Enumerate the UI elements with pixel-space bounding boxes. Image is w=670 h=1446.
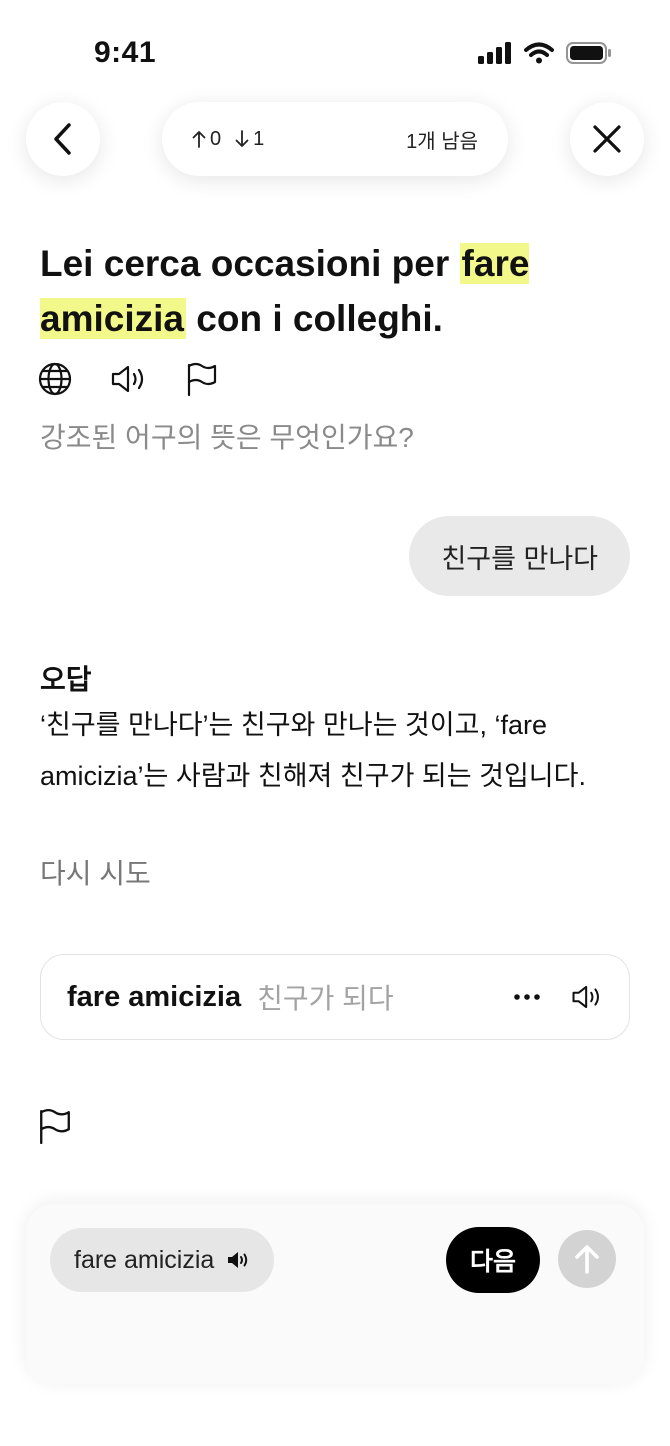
phrase-chip-label: fare amicizia: [74, 1245, 215, 1274]
battery-icon: [566, 42, 611, 64]
progress-pill: 0 1 1개 남음: [162, 102, 508, 176]
remaining-count: 1개 남음: [406, 130, 478, 153]
status-time: 9:41: [94, 36, 157, 69]
user-answer-bubble: 친구를 만나다: [409, 516, 630, 596]
upvote-value: 0: [210, 127, 222, 150]
back-button[interactable]: [26, 102, 100, 176]
retry-link[interactable]: 다시 시도: [40, 852, 151, 892]
speaker-icon[interactable]: [110, 364, 148, 394]
feedback-title: 오답: [40, 664, 92, 695]
arrow-down-icon: [235, 130, 249, 147]
send-icon: [575, 1245, 599, 1274]
downvote-count[interactable]: 1: [235, 128, 264, 151]
wifi-icon: [524, 42, 554, 64]
vote-counts: 0 1: [192, 128, 264, 151]
signal-icon: [478, 42, 511, 64]
prompt-sentence: Lei cerca occasioni per fare amicizia co…: [40, 236, 640, 346]
phrase-chip[interactable]: fare amicizia: [50, 1228, 275, 1292]
globe-icon[interactable]: [38, 362, 72, 396]
vocab-card[interactable]: fare amicizia 친구가 되다: [40, 954, 630, 1040]
speaker-icon[interactable]: [571, 984, 603, 1010]
downvote-value: 1: [253, 127, 265, 150]
vocab-term: fare amicizia: [67, 980, 242, 1013]
arrow-up-icon: [192, 131, 206, 148]
flag-icon[interactable]: [186, 362, 218, 396]
flag-icon: [40, 1108, 70, 1145]
close-icon: [593, 125, 621, 153]
next-button[interactable]: 다음: [446, 1227, 540, 1293]
report-flag-button[interactable]: [38, 1108, 72, 1149]
close-button[interactable]: [570, 102, 644, 176]
vocab-actions: [513, 984, 603, 1010]
sentence-actions: [38, 362, 218, 396]
upvote-count[interactable]: 0: [192, 128, 221, 151]
send-button[interactable]: [558, 1230, 616, 1288]
sentence-before: Lei cerca occasioni per: [40, 243, 460, 284]
speaker-filled-icon: [228, 1252, 248, 1268]
status-icons: [478, 38, 612, 68]
back-icon: [54, 123, 71, 155]
more-icon[interactable]: [513, 993, 541, 1001]
sentence-after: con i colleghi.: [185, 298, 443, 339]
question-text: 강조된 어구의 뜻은 무엇인가요?: [40, 422, 414, 453]
vocab-meaning: 친구가 되다: [257, 983, 394, 1014]
feedback-explanation: ‘친구를 만나다’는 친구와 만나는 것이고, ‘fare amicizia’는…: [40, 710, 586, 791]
